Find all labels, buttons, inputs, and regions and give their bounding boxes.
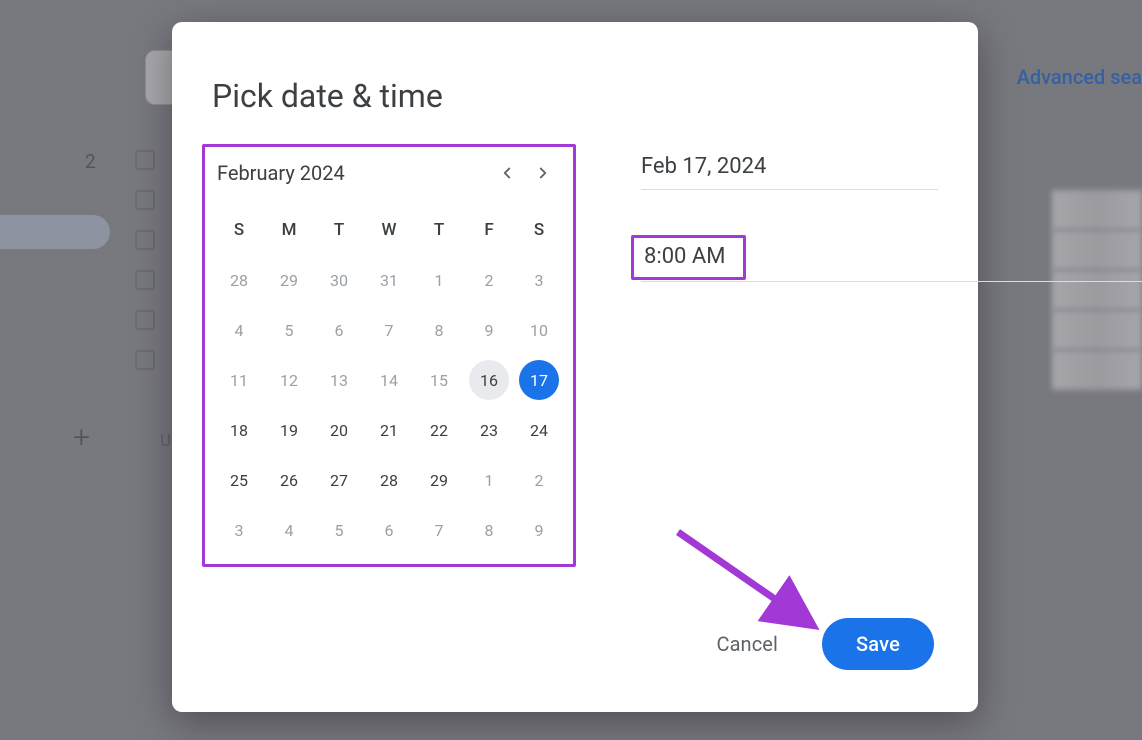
calendar-day[interactable]: 9 <box>469 310 509 350</box>
calendar-day[interactable]: 4 <box>269 510 309 550</box>
date-input[interactable]: Feb 17, 2024 <box>641 154 938 190</box>
calendar-dow: T <box>415 206 463 254</box>
calendar-day[interactable]: 31 <box>369 260 409 300</box>
calendar-day[interactable]: 1 <box>469 460 509 500</box>
calendar-day[interactable]: 16 <box>469 360 509 400</box>
calendar-header: February 2024 <box>215 155 563 191</box>
calendar-day[interactable]: 5 <box>269 310 309 350</box>
calendar-day[interactable]: 7 <box>419 510 459 550</box>
calendar-day[interactable]: 26 <box>269 460 309 500</box>
calendar-day[interactable]: 9 <box>519 510 559 550</box>
calendar-dow: T <box>315 206 363 254</box>
time-input[interactable]: 8:00 AM <box>634 238 743 277</box>
calendar-day[interactable]: 29 <box>269 260 309 300</box>
calendar-prev-button[interactable] <box>489 155 525 191</box>
save-button[interactable]: Save <box>822 618 934 670</box>
calendar-day[interactable]: 22 <box>419 410 459 450</box>
calendar-day[interactable]: 6 <box>369 510 409 550</box>
time-highlight: 8:00 AM <box>631 235 746 280</box>
calendar-day[interactable]: 21 <box>369 410 409 450</box>
calendar-day[interactable]: 30 <box>319 260 359 300</box>
calendar-dow: S <box>515 206 563 254</box>
chevron-left-icon <box>498 164 516 182</box>
pick-date-time-dialog: Pick date & time February 2024 SMTWTFS28… <box>172 22 978 712</box>
calendar-day[interactable]: 28 <box>219 260 259 300</box>
calendar-day[interactable]: 20 <box>319 410 359 450</box>
calendar-day[interactable]: 15 <box>419 360 459 400</box>
calendar-day[interactable]: 7 <box>369 310 409 350</box>
calendar-day[interactable]: 29 <box>419 460 459 500</box>
calendar-dow: W <box>365 206 413 254</box>
calendar-day[interactable]: 4 <box>219 310 259 350</box>
calendar-dow: F <box>465 206 513 254</box>
calendar-day[interactable]: 17 <box>519 360 559 400</box>
chevron-right-icon <box>534 164 552 182</box>
calendar-day[interactable]: 27 <box>319 460 359 500</box>
calendar-day[interactable]: 3 <box>219 510 259 550</box>
dialog-title: Pick date & time <box>212 77 938 115</box>
calendar-day[interactable]: 8 <box>469 510 509 550</box>
calendar-grid: SMTWTFS282930311234567891011121314151617… <box>215 206 563 554</box>
calendar-month-label: February 2024 <box>217 161 489 185</box>
dialog-actions: Cancel Save <box>702 618 934 670</box>
calendar-dow: M <box>265 206 313 254</box>
calendar-day[interactable]: 23 <box>469 410 509 450</box>
calendar-day[interactable]: 3 <box>519 260 559 300</box>
calendar-day[interactable]: 19 <box>269 410 309 450</box>
calendar-day[interactable]: 5 <box>319 510 359 550</box>
dialog-body: February 2024 SMTWTFS2829303112345678910… <box>212 150 938 573</box>
calendar-day[interactable]: 24 <box>519 410 559 450</box>
calendar-day[interactable]: 28 <box>369 460 409 500</box>
calendar-day[interactable]: 1 <box>419 260 459 300</box>
calendar-day[interactable]: 12 <box>269 360 309 400</box>
calendar-day[interactable]: 18 <box>219 410 259 450</box>
cancel-button[interactable]: Cancel <box>702 622 791 666</box>
datetime-fields: Feb 17, 2024 8:00 AM <box>641 150 938 573</box>
calendar-day[interactable]: 2 <box>469 260 509 300</box>
time-underline <box>641 281 1142 282</box>
calendar-day[interactable]: 8 <box>419 310 459 350</box>
calendar-day[interactable]: 2 <box>519 460 559 500</box>
calendar-day[interactable]: 25 <box>219 460 259 500</box>
calendar-highlight: February 2024 SMTWTFS2829303112345678910… <box>202 144 576 567</box>
calendar-day[interactable]: 13 <box>319 360 359 400</box>
calendar-dow: S <box>215 206 263 254</box>
calendar-next-button[interactable] <box>525 155 561 191</box>
calendar-day[interactable]: 14 <box>369 360 409 400</box>
calendar-day[interactable]: 10 <box>519 310 559 350</box>
calendar-day[interactable]: 11 <box>219 360 259 400</box>
calendar-day[interactable]: 6 <box>319 310 359 350</box>
